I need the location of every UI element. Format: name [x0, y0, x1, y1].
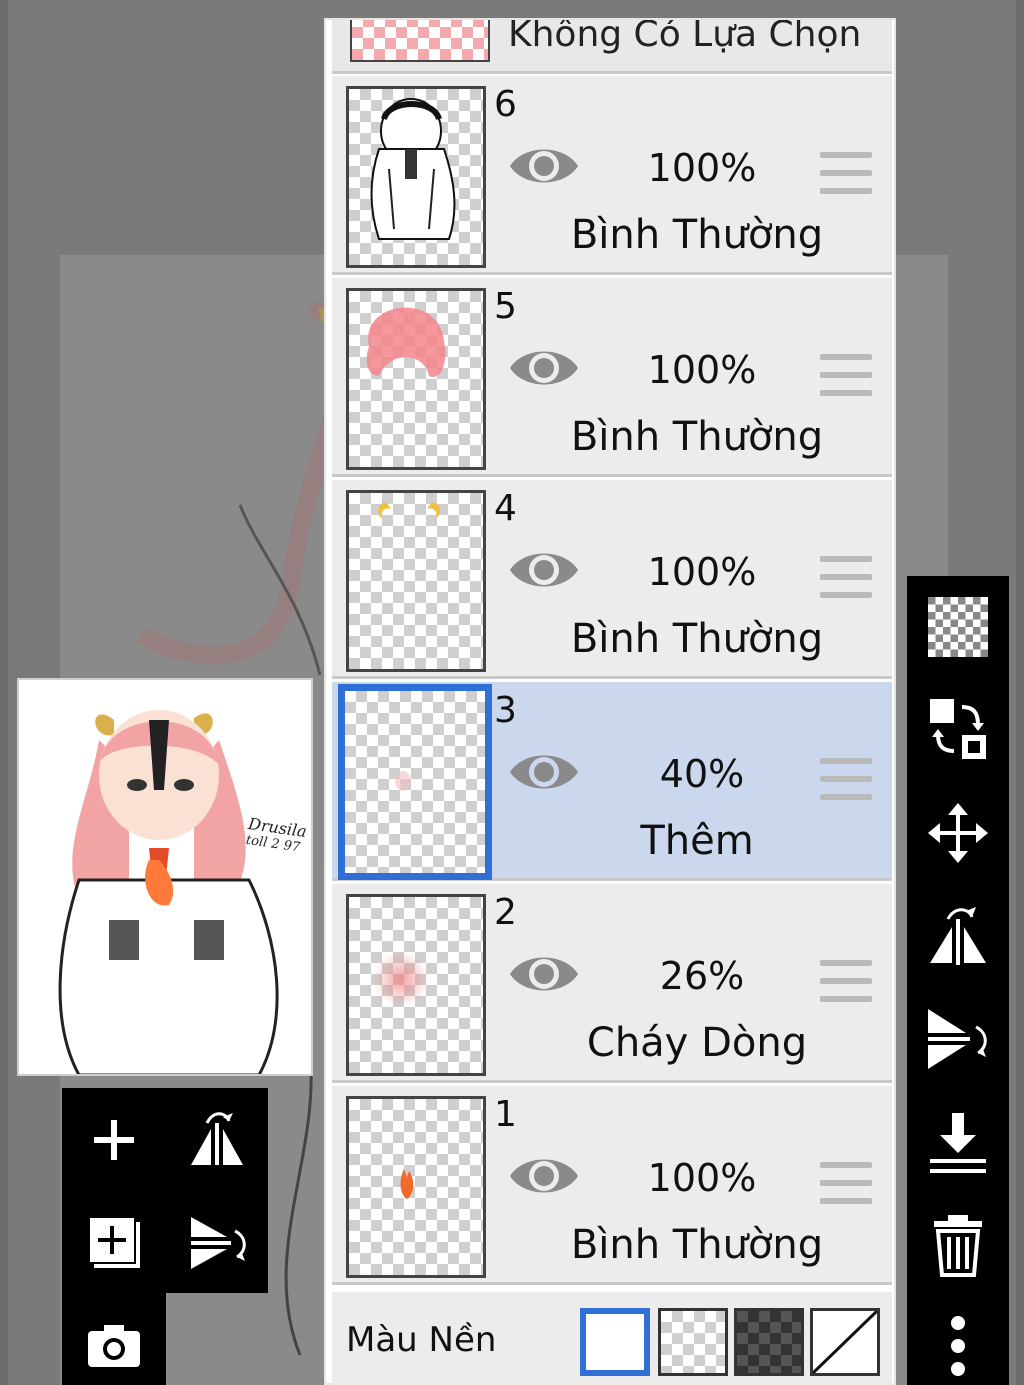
- layer-thumbnail[interactable]: [346, 894, 486, 1076]
- eye-icon[interactable]: [508, 544, 580, 596]
- left-toolbar: [62, 1088, 268, 1293]
- layer-row-4[interactable]: 4 100% Bình Thường: [332, 480, 892, 679]
- add-layer-icon: [94, 1120, 134, 1160]
- add-layer-button[interactable]: [82, 1108, 146, 1172]
- flip-layer-horizontal-button[interactable]: [184, 1106, 250, 1172]
- flip-horizontal-icon: [930, 907, 986, 965]
- layer-thumbnail[interactable]: [346, 288, 486, 470]
- background-dark-option[interactable]: [734, 1308, 804, 1376]
- add-layer-copy-icon: [90, 1218, 140, 1268]
- layer-number: 3: [494, 690, 517, 731]
- drag-handle-icon[interactable]: [820, 152, 872, 196]
- layer-row-5[interactable]: 5 100% Bình Thường: [332, 278, 892, 477]
- layer-blend-mode[interactable]: Thêm: [532, 818, 862, 864]
- drag-handle-icon[interactable]: [820, 354, 872, 398]
- layers-panel: Không Có Lựa Chọn 6 100% Bình Thường 5 1…: [324, 18, 896, 1385]
- layer-number: 5: [494, 286, 517, 327]
- more-icon: [951, 1315, 965, 1376]
- layer-row-1[interactable]: 1 100% Bình Thường: [332, 1086, 892, 1285]
- layer-blend-mode[interactable]: Bình Thường: [532, 1222, 862, 1268]
- layer-blend-mode[interactable]: Bình Thường: [532, 616, 862, 662]
- transparency-button[interactable]: [907, 594, 1009, 660]
- background-none-option[interactable]: [810, 1308, 880, 1376]
- layer-number: 6: [494, 84, 517, 125]
- transparency-icon: [928, 597, 988, 657]
- layer-blend-mode[interactable]: Bình Thường: [532, 212, 862, 258]
- move-button[interactable]: [907, 800, 1009, 866]
- no-selection-label: Không Có Lựa Chọn: [508, 20, 862, 55]
- layer-number: 2: [494, 892, 517, 933]
- layer-4-art: [378, 502, 440, 519]
- right-toolbar: [907, 576, 1009, 1385]
- delete-layer-button[interactable]: [907, 1210, 1009, 1280]
- layer-number: 4: [494, 488, 517, 529]
- delete-icon: [934, 1215, 982, 1277]
- no-selection-row[interactable]: Không Có Lựa Chọn: [332, 20, 892, 74]
- layer-blend-mode[interactable]: Bình Thường: [532, 414, 862, 460]
- background-white-option[interactable]: [580, 1308, 650, 1376]
- layer-opacity[interactable]: 100%: [612, 146, 792, 190]
- layer-thumbnail[interactable]: [346, 86, 486, 268]
- flip-vertical-icon: [191, 1217, 246, 1269]
- layer-row-6[interactable]: 6 100% Bình Thường: [332, 76, 892, 275]
- flip-vertical-icon: [928, 1009, 987, 1069]
- drag-handle-icon[interactable]: [820, 758, 872, 802]
- layer-thumbnail[interactable]: [338, 684, 492, 880]
- diagonal-line-icon: [811, 1309, 879, 1375]
- background-color-row: Màu Nền: [332, 1292, 892, 1385]
- drag-handle-icon[interactable]: [820, 556, 872, 600]
- layer-row-2[interactable]: 2 26% Cháy Dòng: [332, 884, 892, 1083]
- background-transparent-option[interactable]: [658, 1308, 728, 1376]
- layer-thumbnail[interactable]: [346, 1096, 486, 1278]
- eye-icon[interactable]: [508, 948, 580, 1000]
- left-toolbar-extension: [62, 1293, 166, 1385]
- add-layer-copy-button[interactable]: [82, 1210, 146, 1274]
- swap-layers-icon: [930, 699, 986, 759]
- layer-6-art: [370, 98, 456, 240]
- flip-horizontal-icon: [191, 1112, 243, 1165]
- background-color-label: Màu Nền: [346, 1320, 497, 1360]
- layer-3-art: [395, 771, 411, 791]
- layer-opacity[interactable]: 26%: [612, 954, 792, 998]
- layer-1-art: [400, 1169, 414, 1199]
- layer-opacity[interactable]: 40%: [612, 752, 792, 796]
- eye-icon[interactable]: [508, 746, 580, 798]
- layer-2-art: [373, 951, 429, 1007]
- merge-down-button[interactable]: [907, 1108, 1009, 1178]
- drag-handle-icon[interactable]: [820, 1162, 872, 1206]
- camera-button[interactable]: [82, 1313, 146, 1377]
- flip-vertical-button[interactable]: [907, 1004, 1009, 1074]
- selection-thumbnail: [350, 20, 490, 62]
- merge-down-icon: [930, 1113, 986, 1173]
- move-icon: [928, 803, 988, 863]
- eye-icon[interactable]: [508, 140, 580, 192]
- layer-opacity[interactable]: 100%: [612, 348, 792, 392]
- layer-number: 1: [494, 1094, 517, 1135]
- layer-opacity[interactable]: 100%: [612, 1156, 792, 1200]
- camera-icon: [88, 1325, 140, 1367]
- preview-thumbnail[interactable]: Drusila toll 2 97: [17, 678, 313, 1076]
- flip-horizontal-button[interactable]: [907, 900, 1009, 970]
- flip-layer-vertical-button[interactable]: [184, 1210, 250, 1276]
- layer-row-3[interactable]: 3 40% Thêm: [332, 682, 892, 881]
- eye-icon[interactable]: [508, 342, 580, 394]
- more-options-button[interactable]: [907, 1306, 1009, 1385]
- layer-blend-mode[interactable]: Cháy Dòng: [532, 1020, 862, 1066]
- layer-5-art: [366, 307, 446, 377]
- drag-handle-icon[interactable]: [820, 960, 872, 1004]
- layer-opacity[interactable]: 100%: [612, 550, 792, 594]
- eye-icon[interactable]: [508, 1150, 580, 1202]
- preview-artwork: [58, 710, 279, 1074]
- swap-layers-button[interactable]: [907, 694, 1009, 764]
- layer-thumbnail[interactable]: [346, 490, 486, 672]
